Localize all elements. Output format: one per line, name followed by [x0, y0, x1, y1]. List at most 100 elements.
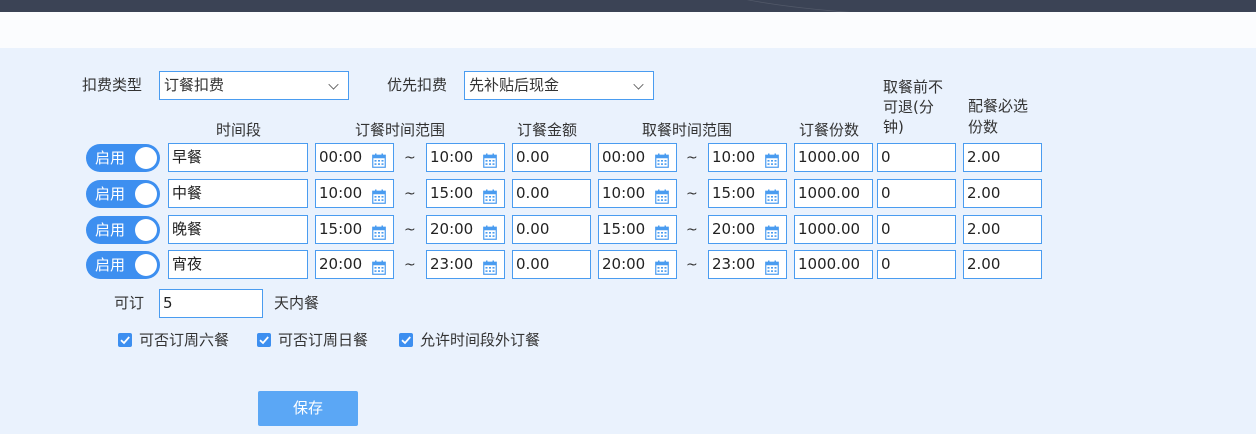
- pickup-start-value: 00:00: [602, 148, 646, 166]
- period-name-input[interactable]: 晚餐: [168, 215, 308, 244]
- pickup-end-input[interactable]: 23:00: [708, 250, 787, 279]
- order-amount-input[interactable]: 0.00: [512, 179, 591, 208]
- order-quantity-input[interactable]: 1000.00: [794, 143, 873, 172]
- fee-type-value: 订餐扣费: [164, 76, 225, 94]
- order-amount-input[interactable]: 0.00: [512, 143, 591, 172]
- calendar-icon[interactable]: [765, 186, 779, 204]
- calendar-icon[interactable]: [372, 186, 386, 204]
- priority-label: 优先扣费: [387, 76, 448, 94]
- pickup-start-value: 20:00: [602, 255, 646, 273]
- period-name-input[interactable]: 早餐: [168, 143, 308, 172]
- enable-toggle[interactable]: 启用: [86, 216, 160, 244]
- order-start-input[interactable]: 15:00: [315, 215, 394, 244]
- side-quantity-input[interactable]: 2.00: [963, 215, 1042, 244]
- pickup-start-input[interactable]: 15:00: [598, 215, 677, 244]
- toggle-label: 启用: [95, 221, 126, 239]
- header-order-amount: 订餐金额: [517, 121, 578, 139]
- days-prefix: 可订: [114, 294, 145, 312]
- order-amount-input[interactable]: 0.00: [512, 215, 591, 244]
- chevron-down-icon: [328, 79, 339, 90]
- pickup-start-input[interactable]: 10:00: [598, 179, 677, 208]
- pickup-start-input[interactable]: 00:00: [598, 143, 677, 172]
- side-quantity-input[interactable]: 2.00: [963, 143, 1042, 172]
- header-no-refund-line1: 取餐前不: [883, 78, 944, 96]
- toggle-knob: [135, 219, 157, 241]
- fee-type-select[interactable]: 订餐扣费: [159, 71, 349, 100]
- option-checkbox[interactable]: [399, 333, 413, 347]
- order-start-value: 00:00: [319, 148, 363, 166]
- calendar-icon[interactable]: [655, 150, 669, 168]
- header-no-refund-line2: 可退(分: [883, 98, 934, 116]
- order-end-input[interactable]: 15:00: [426, 179, 505, 208]
- calendar-icon[interactable]: [483, 257, 497, 275]
- toggle-knob: [135, 183, 157, 205]
- toggle-label: 启用: [95, 256, 126, 274]
- calendar-icon[interactable]: [483, 186, 497, 204]
- range-separator: ~: [404, 257, 416, 273]
- header-no-refund-line3: 钟): [883, 118, 904, 136]
- pickup-start-value: 10:00: [602, 184, 646, 202]
- header-order-quantity: 订餐份数: [799, 121, 860, 139]
- order-start-value: 15:00: [319, 220, 363, 238]
- no-refund-minutes-input[interactable]: 0: [877, 250, 956, 279]
- calendar-icon[interactable]: [483, 150, 497, 168]
- order-amount-input[interactable]: 0.00: [512, 250, 591, 279]
- enable-toggle[interactable]: 启用: [86, 144, 160, 172]
- fee-type-label: 扣费类型: [82, 76, 143, 94]
- pickup-end-input[interactable]: 15:00: [708, 179, 787, 208]
- range-separator: ~: [686, 186, 698, 202]
- order-start-input[interactable]: 20:00: [315, 250, 394, 279]
- order-quantity-input[interactable]: 1000.00: [794, 250, 873, 279]
- calendar-icon[interactable]: [372, 222, 386, 240]
- days-input[interactable]: 5: [159, 289, 263, 318]
- calendar-icon[interactable]: [483, 222, 497, 240]
- side-quantity-input[interactable]: 2.00: [963, 250, 1042, 279]
- order-start-input[interactable]: 00:00: [315, 143, 394, 172]
- calendar-icon[interactable]: [655, 186, 669, 204]
- header-side-line1: 配餐必选: [968, 97, 1029, 115]
- toggle-knob: [135, 254, 157, 276]
- calendar-icon[interactable]: [765, 150, 779, 168]
- calendar-icon[interactable]: [372, 150, 386, 168]
- no-refund-minutes-input[interactable]: 0: [877, 179, 956, 208]
- period-name-input[interactable]: 中餐: [168, 179, 308, 208]
- calendar-icon[interactable]: [655, 222, 669, 240]
- priority-select[interactable]: 先补贴后现金: [464, 71, 654, 100]
- order-start-input[interactable]: 10:00: [315, 179, 394, 208]
- order-quantity-input[interactable]: 1000.00: [794, 179, 873, 208]
- header-order-time-range: 订餐时间范围: [355, 121, 446, 139]
- enable-toggle[interactable]: 启用: [86, 251, 160, 279]
- header-pickup-time-range: 取餐时间范围: [642, 121, 733, 139]
- option-checkbox[interactable]: [118, 333, 132, 347]
- order-end-input[interactable]: 20:00: [426, 215, 505, 244]
- calendar-icon[interactable]: [655, 257, 669, 275]
- order-quantity-input[interactable]: 1000.00: [794, 215, 873, 244]
- header-side-line2: 份数: [968, 118, 999, 136]
- pickup-start-input[interactable]: 20:00: [598, 250, 677, 279]
- order-end-value: 10:00: [430, 148, 474, 166]
- range-separator: ~: [404, 150, 416, 166]
- days-suffix: 天内餐: [274, 294, 320, 312]
- calendar-icon[interactable]: [765, 257, 779, 275]
- calendar-icon[interactable]: [765, 222, 779, 240]
- toggle-knob: [135, 147, 157, 169]
- range-separator: ~: [404, 222, 416, 238]
- pickup-end-value: 23:00: [712, 255, 756, 273]
- order-end-value: 15:00: [430, 184, 474, 202]
- header-spacer: [0, 12, 1256, 48]
- period-name-input[interactable]: 宵夜: [168, 250, 308, 279]
- save-button[interactable]: 保存: [258, 391, 358, 426]
- no-refund-minutes-input[interactable]: 0: [877, 143, 956, 172]
- side-quantity-input[interactable]: 2.00: [963, 179, 1042, 208]
- option-label: 可否订周日餐: [278, 331, 369, 349]
- pickup-end-input[interactable]: 10:00: [708, 143, 787, 172]
- option-checkbox[interactable]: [257, 333, 271, 347]
- order-end-input[interactable]: 10:00: [426, 143, 505, 172]
- order-end-input[interactable]: 23:00: [426, 250, 505, 279]
- no-refund-minutes-input[interactable]: 0: [877, 215, 956, 244]
- enable-toggle[interactable]: 启用: [86, 180, 160, 208]
- pickup-end-input[interactable]: 20:00: [708, 215, 787, 244]
- calendar-icon[interactable]: [372, 257, 386, 275]
- range-separator: ~: [404, 186, 416, 202]
- order-end-value: 23:00: [430, 255, 474, 273]
